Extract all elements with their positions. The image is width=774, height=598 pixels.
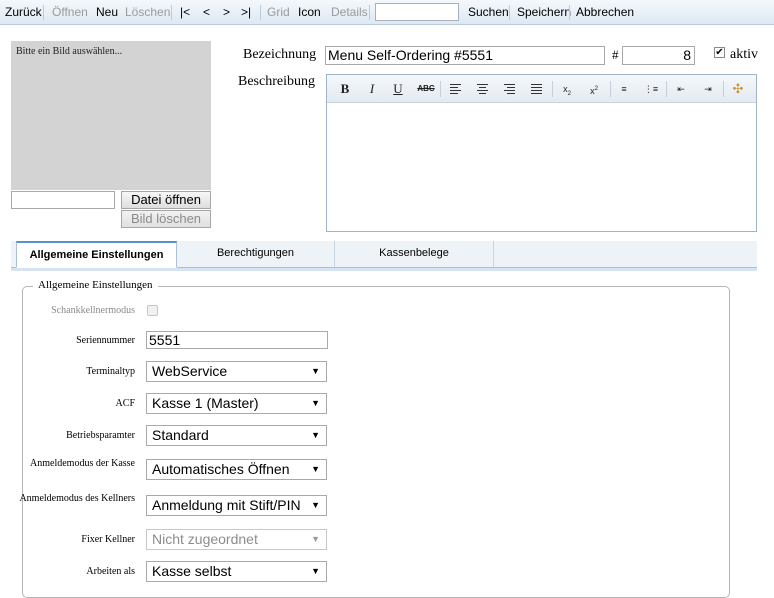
strikethrough-icon[interactable]: ABC [415, 80, 437, 98]
waiter-login-mode-select[interactable]: Anmeldung mit Stift/PIN ▼ [146, 495, 327, 516]
editor-divider [666, 81, 667, 97]
waiter-mode-checkbox[interactable] [147, 305, 158, 316]
previous-record-button[interactable]: < [203, 0, 210, 25]
bold-icon[interactable]: B [334, 80, 356, 98]
dropdown-arrow-icon: ▼ [311, 534, 320, 544]
grid-view-button[interactable]: Grid [267, 0, 290, 25]
align-left-icon[interactable] [444, 80, 466, 98]
work-as-label: Arbeiten als [86, 566, 135, 577]
superscript-icon[interactable]: x2 [583, 80, 605, 98]
serial-number-input[interactable]: 5551 [146, 331, 328, 349]
terminal-type-label: Terminaltyp [86, 366, 135, 377]
fieldset-legend: Allgemeine Einstellungen [33, 279, 158, 291]
last-record-button[interactable]: >| [241, 0, 251, 25]
active-label: aktiv [730, 47, 758, 62]
delete-image-button[interactable]: Bild löschen [121, 210, 211, 228]
description-label: Beschreibung [238, 74, 315, 89]
tab-receipts[interactable]: Kassenbelege [335, 241, 494, 267]
operating-params-select[interactable]: Standard ▼ [146, 425, 327, 446]
dropdown-arrow-icon: ▼ [311, 464, 320, 474]
fixed-waiter-select[interactable]: Nicht zugeordnet ▼ [146, 529, 327, 550]
name-input[interactable]: Menu Self-Ordering #5551 [325, 46, 605, 65]
terminal-type-select[interactable]: WebService ▼ [146, 361, 327, 382]
number-label: # [612, 47, 619, 62]
general-settings-fieldset [22, 286, 730, 598]
dropdown-arrow-icon: ▼ [311, 430, 320, 440]
open-button[interactable]: Öffnen [52, 0, 88, 25]
search-button[interactable]: Suchen [468, 0, 509, 25]
acf-label: ACF [115, 398, 135, 409]
toolbar-divider [569, 5, 570, 20]
waiter-login-mode-value: Anmeldung mit Stift/PIN [152, 497, 301, 513]
acf-value: Kasse 1 (Master) [152, 395, 259, 411]
save-button[interactable]: Speichern [517, 0, 571, 25]
editor-divider [723, 81, 724, 97]
serial-number-label: Seriennummer [76, 335, 135, 346]
subscript-icon[interactable]: x2 [556, 80, 578, 98]
dropdown-arrow-icon: ▼ [311, 398, 320, 408]
work-as-select[interactable]: Kasse selbst ▼ [146, 561, 327, 582]
waiter-login-mode-label: Anmeldemodus des Kellners [19, 493, 135, 504]
new-button[interactable]: Neu [96, 0, 118, 25]
name-label: Bezeichnung [243, 47, 317, 62]
description-editor[interactable]: B I U ABC x2 x2 ≡ ⋮≡ ⇤ ⇥ ✣ [326, 74, 757, 232]
register-login-mode-select[interactable]: Automatisches Öffnen ▼ [146, 459, 327, 480]
open-file-button[interactable]: Datei öffnen [121, 191, 211, 209]
dropdown-arrow-icon: ▼ [311, 366, 320, 376]
ordered-list-icon[interactable]: ≡ [613, 80, 635, 98]
details-view-button[interactable]: Details [331, 0, 368, 25]
underline-icon[interactable]: U [387, 80, 409, 98]
toolbar-divider [369, 5, 370, 20]
editor-divider [552, 81, 553, 97]
unordered-list-icon[interactable]: ⋮≡ [640, 80, 662, 98]
number-input[interactable]: 8 [622, 46, 695, 65]
tab-underline [11, 268, 757, 271]
register-login-mode-value: Automatisches Öffnen [152, 461, 290, 477]
work-as-value: Kasse selbst [152, 563, 232, 579]
image-preview[interactable]: Bitte ein Bild auswählen... [11, 41, 211, 190]
justify-icon[interactable] [525, 80, 547, 98]
clear-format-brush-icon[interactable]: ✣ [727, 80, 749, 98]
active-checkbox[interactable]: ✔ [714, 47, 725, 58]
cancel-button[interactable]: Abbrechen [576, 0, 634, 25]
tab-general-settings[interactable]: Allgemeine Einstellungen [16, 241, 177, 268]
register-login-mode-label: Anmeldemodus der Kasse [30, 458, 135, 469]
delete-button[interactable]: Löschen [125, 0, 170, 25]
toolbar-divider [43, 5, 44, 20]
first-record-button[interactable]: |< [180, 0, 190, 25]
operating-params-label: Betriebsparamter [66, 430, 135, 441]
fixed-waiter-label: Fixer Kellner [81, 534, 135, 545]
toolbar-divider [509, 5, 510, 20]
icon-view-button[interactable]: Icon [298, 0, 321, 25]
search-input[interactable] [375, 3, 459, 21]
terminal-type-value: WebService [152, 363, 228, 379]
toolbar-divider [260, 5, 261, 20]
outdent-icon[interactable]: ⇤ [670, 80, 692, 98]
file-path-input[interactable] [11, 191, 115, 209]
dropdown-arrow-icon: ▼ [311, 566, 320, 576]
operating-params-value: Standard [152, 427, 209, 443]
next-record-button[interactable]: > [223, 0, 230, 25]
image-placeholder-text: Bitte ein Bild auswählen... [16, 46, 123, 57]
align-center-icon[interactable] [471, 80, 493, 98]
editor-toolbar: B I U ABC x2 x2 ≡ ⋮≡ ⇤ ⇥ ✣ [327, 75, 756, 103]
tab-permissions[interactable]: Berechtigungen [177, 241, 335, 267]
editor-divider [610, 81, 611, 97]
settings-tabs: Allgemeine Einstellungen Berechtigungen … [11, 241, 757, 268]
indent-icon[interactable]: ⇥ [697, 80, 719, 98]
toolbar-divider [171, 5, 172, 20]
italic-icon[interactable]: I [361, 80, 383, 98]
main-toolbar: Zurück Öffnen Neu Löschen |< < > >| Grid… [0, 0, 774, 25]
acf-select[interactable]: Kasse 1 (Master) ▼ [146, 393, 327, 414]
dropdown-arrow-icon: ▼ [311, 500, 320, 510]
waiter-mode-label: Schankkellnermodus [51, 305, 135, 316]
fixed-waiter-value: Nicht zugeordnet [152, 531, 258, 547]
editor-divider [440, 81, 441, 97]
back-button[interactable]: Zurück [5, 0, 42, 25]
align-right-icon[interactable] [498, 80, 520, 98]
